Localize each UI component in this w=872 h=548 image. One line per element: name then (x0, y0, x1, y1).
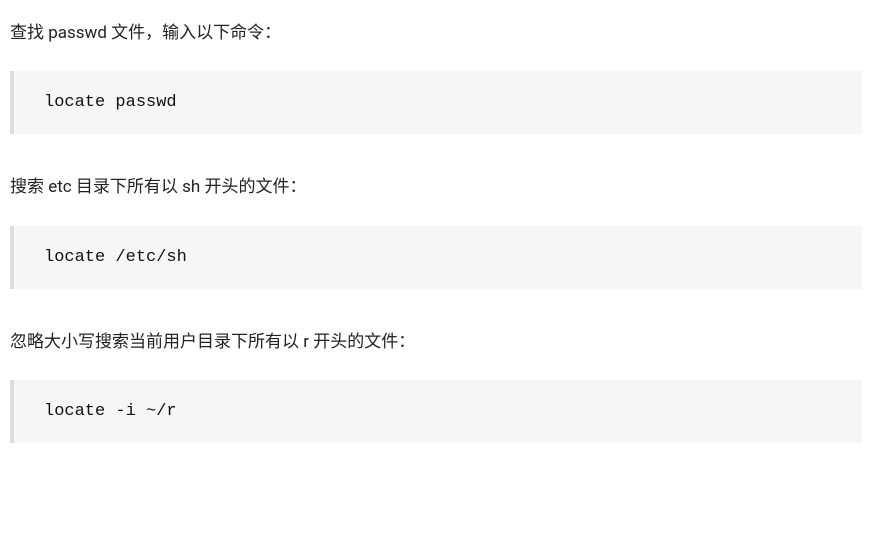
code-block-3: locate -i ~/r (10, 380, 862, 443)
code-block-1: locate passwd (10, 71, 862, 134)
description-text-3: 忽略大小写搜索当前用户目录下所有以 r 开头的文件： (10, 329, 862, 356)
description-text-2: 搜索 etc 目录下所有以 sh 开头的文件： (10, 174, 862, 201)
description-text-1: 查找 passwd 文件，输入以下命令： (10, 20, 862, 47)
code-block-2: locate /etc/sh (10, 226, 862, 289)
